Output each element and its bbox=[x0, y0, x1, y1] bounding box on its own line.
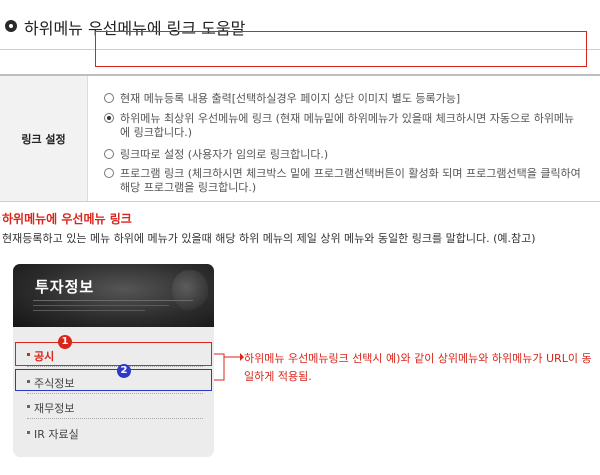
selected-option-highlight bbox=[95, 31, 587, 67]
link-option-label: 현재 메뉴등록 내용 출력[선택하실경우 페이지 상단 이미지 별도 등록가능] bbox=[120, 92, 461, 105]
bullet-circle-icon bbox=[5, 20, 17, 32]
divider bbox=[27, 418, 203, 419]
annotation-note: 하위메뉴 우선메뉴링크 선택시 예)와 같이 상위메뉴와 하위메뉴가 URL이 … bbox=[244, 352, 592, 383]
highlight-box-parent-menu bbox=[15, 342, 212, 366]
section-heading: 하위메뉴에 우선메뉴 링크 bbox=[2, 212, 132, 226]
number-badge-1: 1 bbox=[58, 335, 72, 349]
link-settings-table: 링크 설정 현재 메뉴등록 내용 출력[선택하실경우 페이지 상단 이미지 별도… bbox=[0, 74, 600, 202]
divider bbox=[27, 366, 203, 367]
radio-button[interactable] bbox=[104, 93, 114, 103]
menu-banner-title: 투자정보 bbox=[35, 278, 95, 296]
section-description: 현재등록하고 있는 메뉴 하위에 메뉴가 있을때 해당 하위 메뉴의 제일 상위… bbox=[2, 232, 536, 245]
link-option-label: 프로그램 링크 (체크하시면 체크박스 밑에 프로그램선택버튼이 활성화 되며 … bbox=[120, 167, 581, 194]
radio-button[interactable] bbox=[104, 149, 114, 159]
bullet-icon bbox=[27, 431, 30, 434]
menu-item-label: IR 자료실 bbox=[34, 428, 79, 441]
link-settings-label: 링크 설정 bbox=[0, 76, 88, 201]
link-option-program[interactable]: 프로그램 링크 (체크하시면 체크박스 밑에 프로그램선택버튼이 활성화 되며 … bbox=[104, 167, 584, 197]
radio-button-selected[interactable] bbox=[104, 113, 114, 123]
number-badge-2: 2 bbox=[117, 364, 131, 378]
bullet-icon bbox=[27, 405, 30, 408]
link-option-label: 링크따로 설정 (사용자가 임의로 링크합니다.) bbox=[120, 148, 329, 161]
menu-item-label: 재무정보 bbox=[34, 402, 75, 415]
menu-banner: 투자정보 bbox=[13, 264, 214, 327]
divider bbox=[27, 393, 203, 394]
link-option-label: 하위메뉴 최상위 우선메뉴에 링크 (현재 메뉴밑에 하위메뉴가 있을때 체크하… bbox=[120, 112, 575, 139]
banner-fine-print-decoration bbox=[33, 298, 193, 311]
highlight-box-first-submenu bbox=[15, 369, 212, 391]
link-option-first-submenu[interactable]: 하위메뉴 최상위 우선메뉴에 링크 (현재 메뉴밑에 하위메뉴가 있을때 체크하… bbox=[104, 112, 579, 142]
radio-button[interactable] bbox=[104, 168, 114, 178]
